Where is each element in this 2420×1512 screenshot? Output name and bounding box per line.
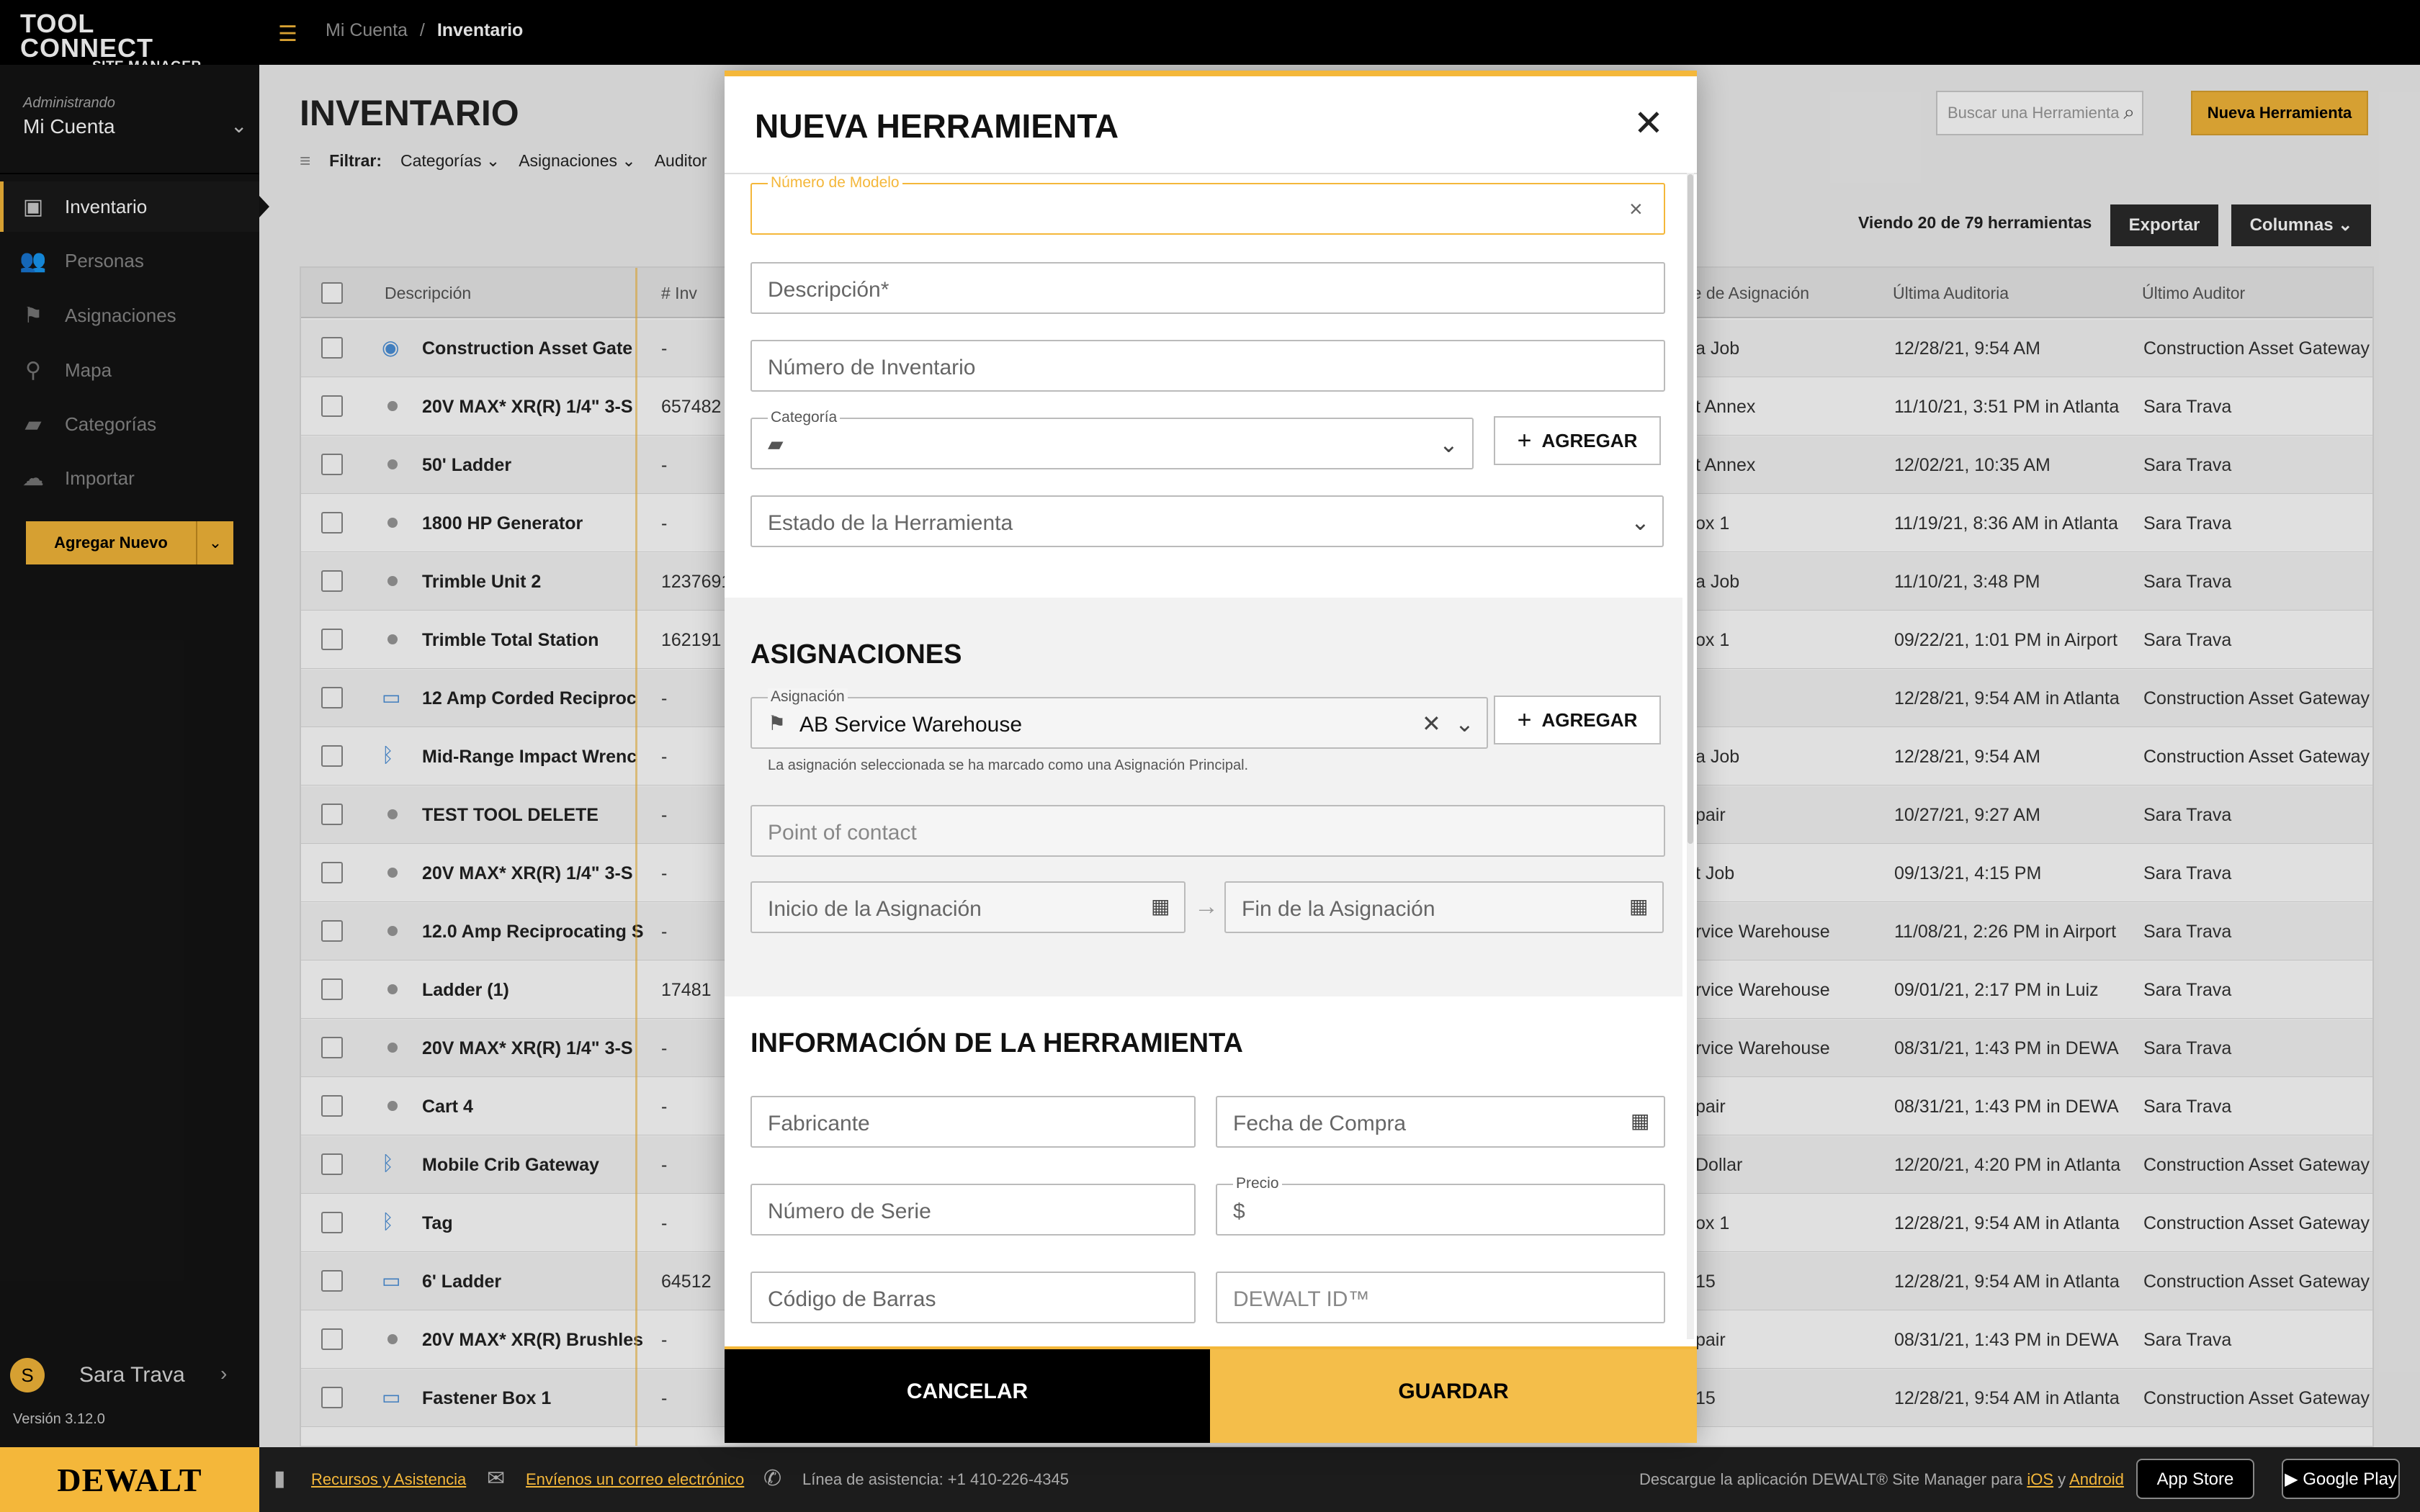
manufacturer-placeholder: Fabricante <box>768 1112 870 1135</box>
assignments-title: ASIGNACIONES <box>750 639 962 670</box>
barcode-placeholder: Código de Barras <box>768 1287 936 1311</box>
model-number-label: Número de Modelo <box>768 174 902 192</box>
add-category-button[interactable]: + AGREGAR <box>1494 416 1661 465</box>
plus-icon: + <box>1517 706 1532 734</box>
assignment-start-placeholder: Inicio de la Asignación <box>768 897 982 921</box>
app-store-badge[interactable]: App Store <box>2136 1459 2254 1499</box>
ios-link[interactable]: iOS <box>2027 1470 2053 1488</box>
assignment-start-field[interactable]: Inicio de la Asignación ▦ <box>750 881 1186 933</box>
footer: DEWALT ▮ Recursos y Asistencia ✉ Envíeno… <box>0 1447 2420 1512</box>
chevron-down-icon[interactable]: ⌄ <box>1439 431 1458 458</box>
calendar-icon[interactable]: ▦ <box>1151 894 1170 918</box>
category-label: Categoría <box>768 409 841 426</box>
mail-icon: ✉ <box>487 1467 506 1490</box>
calendar-icon[interactable]: ▦ <box>1629 894 1648 918</box>
manufacturer-field[interactable]: Fabricante <box>750 1096 1196 1148</box>
chevron-down-icon[interactable]: ⌄ <box>1455 710 1474 737</box>
close-icon[interactable]: ✕ <box>1634 102 1664 144</box>
price-field[interactable]: Precio $ <box>1216 1175 1665 1236</box>
save-button[interactable]: GUARDAR <box>1210 1346 1697 1443</box>
email-link[interactable]: Envíenos un correo electrónico <box>526 1470 744 1489</box>
arrow-right-icon: → <box>1194 893 1219 920</box>
currency-prefix: $ <box>1233 1200 1245 1223</box>
serial-number-field[interactable]: Número de Serie <box>750 1184 1196 1236</box>
assignment-select[interactable]: Asignación ⚑ AB Service Warehouse ✕ ⌄ <box>750 688 1488 749</box>
folder-icon: ▰ <box>768 433 784 455</box>
inventory-number-field[interactable]: Número de Inventario <box>750 340 1665 392</box>
book-icon: ▮ <box>274 1467 286 1490</box>
assignment-end-placeholder: Fin de la Asignación <box>1242 897 1435 921</box>
scrollbar-thumb[interactable] <box>1688 174 1693 844</box>
tool-status-select[interactable]: Estado de la Herramienta ⌄ <box>750 495 1664 547</box>
tool-info-title: INFORMACIÓN DE LA HERRAMIENTA <box>750 1028 1243 1058</box>
plus-icon: + <box>1517 426 1532 454</box>
dewalt-id-placeholder: DEWALT ID™ <box>1233 1287 1370 1311</box>
assignment-end-field[interactable]: Fin de la Asignación ▦ <box>1224 881 1664 933</box>
serial-number-placeholder: Número de Serie <box>768 1200 931 1223</box>
cancel-button[interactable]: CANCELAR <box>725 1346 1210 1443</box>
modal-scrollbar[interactable] <box>1687 173 1694 1339</box>
google-play-badge[interactable]: ▶ Google Play <box>2282 1459 2400 1499</box>
dewalt-id-field[interactable]: DEWALT ID™ <box>1216 1272 1665 1323</box>
purchase-date-placeholder: Fecha de Compra <box>1233 1112 1407 1135</box>
download-text: Descargue la aplicación DEWALT® Site Man… <box>1639 1470 2124 1488</box>
assignment-hint: La asignación seleccionada se ha marcado… <box>768 757 1249 773</box>
phone-icon: ✆ <box>763 1467 782 1490</box>
model-number-field[interactable]: Número de Modelo × <box>750 174 1665 235</box>
new-tool-modal: NUEVA HERRAMIENTA ✕ Número de Modelo × D… <box>725 71 1697 1443</box>
clear-icon[interactable]: ✕ <box>1422 710 1441 737</box>
point-of-contact-placeholder: Point of contact <box>768 821 917 845</box>
support-phone: Línea de asistencia: +1 410-226-4345 <box>802 1470 1070 1488</box>
calendar-icon[interactable]: ▦ <box>1631 1109 1649 1133</box>
price-label: Precio <box>1233 1175 1282 1192</box>
assignment-label: Asignación <box>768 688 848 706</box>
category-select[interactable]: Categoría ▰ ⌄ <box>750 409 1474 469</box>
tool-status-placeholder: Estado de la Herramienta <box>768 511 1013 535</box>
barcode-field[interactable]: Código de Barras <box>750 1272 1196 1323</box>
description-placeholder: Descripción* <box>768 278 889 302</box>
modal-accent-stripe <box>725 71 1697 76</box>
clear-icon[interactable]: × <box>1629 196 1643 222</box>
add-assignment-button[interactable]: + AGREGAR <box>1494 696 1661 744</box>
flag-icon: ⚑ <box>768 712 786 734</box>
dewalt-logo[interactable]: DEWALT <box>0 1447 259 1512</box>
chevron-down-icon[interactable]: ⌄ <box>1631 508 1650 536</box>
assignment-value: AB Service Warehouse <box>799 713 1023 737</box>
divider <box>725 1346 1697 1349</box>
inventory-number-placeholder: Número de Inventario <box>768 356 976 379</box>
modal-footer: CANCELAR GUARDAR <box>725 1346 1697 1443</box>
modal-title: NUEVA HERRAMIENTA <box>755 107 1119 145</box>
android-link[interactable]: Android <box>2069 1470 2124 1488</box>
description-field[interactable]: Descripción* <box>750 262 1665 314</box>
resources-link[interactable]: Recursos y Asistencia <box>311 1470 466 1489</box>
purchase-date-field[interactable]: Fecha de Compra ▦ <box>1216 1096 1665 1148</box>
point-of-contact-field[interactable]: Point of contact <box>750 805 1665 857</box>
